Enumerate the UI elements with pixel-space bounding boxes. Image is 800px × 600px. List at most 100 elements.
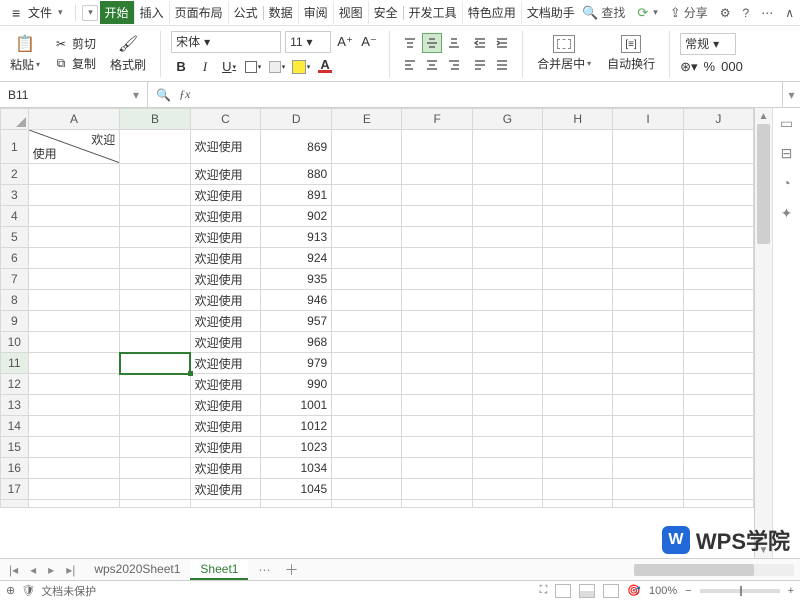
search-icon[interactable]: 🔍 bbox=[156, 88, 171, 102]
row-header-18[interactable] bbox=[1, 500, 29, 508]
cell-A10[interactable] bbox=[28, 332, 120, 353]
cell-E10[interactable] bbox=[332, 332, 402, 353]
first-sheet-button[interactable]: |◂ bbox=[6, 563, 21, 577]
cell-A11[interactable] bbox=[28, 353, 120, 374]
col-header-A[interactable]: A bbox=[28, 109, 120, 130]
cell-F14[interactable] bbox=[402, 416, 472, 437]
cell-F16[interactable] bbox=[402, 458, 472, 479]
cell-A4[interactable] bbox=[28, 206, 120, 227]
cell-J14[interactable] bbox=[683, 416, 753, 437]
cell-A8[interactable] bbox=[28, 290, 120, 311]
cell-D3[interactable]: 891 bbox=[261, 185, 332, 206]
cell-G4[interactable] bbox=[472, 206, 542, 227]
cell-J16[interactable] bbox=[683, 458, 753, 479]
row-header-10[interactable]: 10 bbox=[1, 332, 29, 353]
cell-I11[interactable] bbox=[613, 353, 683, 374]
ribbon-tab-8[interactable]: 开发工具 bbox=[404, 1, 462, 24]
doc-switcher[interactable]: ▾ bbox=[82, 5, 98, 21]
cell-F17[interactable] bbox=[402, 479, 472, 500]
cell-F13[interactable] bbox=[402, 395, 472, 416]
cell-I8[interactable] bbox=[613, 290, 683, 311]
align-bottom-button[interactable] bbox=[444, 33, 464, 53]
fill-color-button[interactable]: ▾ bbox=[291, 57, 311, 77]
row-header-9[interactable]: 9 bbox=[1, 311, 29, 332]
currency-button[interactable]: ⊛▾ bbox=[680, 59, 697, 75]
vertical-scrollbar[interactable] bbox=[754, 108, 772, 558]
cell-G12[interactable] bbox=[472, 374, 542, 395]
cell-D6[interactable]: 924 bbox=[261, 248, 332, 269]
cell-F6[interactable] bbox=[402, 248, 472, 269]
cell-I1[interactable] bbox=[613, 130, 683, 164]
add-sheet-button[interactable]: ＋ bbox=[280, 560, 302, 580]
cell-B12[interactable] bbox=[120, 374, 190, 395]
italic-button[interactable]: I bbox=[195, 57, 215, 77]
cell-H9[interactable] bbox=[543, 311, 613, 332]
col-header-J[interactable]: J bbox=[683, 109, 753, 130]
cell-H6[interactable] bbox=[543, 248, 613, 269]
zoom-slider-thumb[interactable] bbox=[740, 586, 742, 596]
cell-B7[interactable] bbox=[120, 269, 190, 290]
cell-I10[interactable] bbox=[613, 332, 683, 353]
cell-J7[interactable] bbox=[683, 269, 753, 290]
cell-C17[interactable]: 欢迎使用 bbox=[190, 479, 261, 500]
cell-J4[interactable] bbox=[683, 206, 753, 227]
cell-H7[interactable] bbox=[543, 269, 613, 290]
cell-F7[interactable] bbox=[402, 269, 472, 290]
cell-E6[interactable] bbox=[332, 248, 402, 269]
cell-J1[interactable] bbox=[683, 130, 753, 164]
fx-icon[interactable]: ƒx bbox=[179, 87, 190, 102]
zoom-value[interactable]: 100% bbox=[649, 585, 677, 597]
properties-icon[interactable]: ⊟ bbox=[778, 144, 796, 162]
cell-C5[interactable]: 欢迎使用 bbox=[190, 227, 261, 248]
cell-C14[interactable]: 欢迎使用 bbox=[190, 416, 261, 437]
number-format-combo[interactable]: 常规▾ bbox=[680, 33, 736, 55]
cell-G9[interactable] bbox=[472, 311, 542, 332]
ribbon-tab-4[interactable]: 数据 bbox=[264, 1, 298, 24]
cell-C9[interactable]: 欢迎使用 bbox=[190, 311, 261, 332]
align-middle-button[interactable] bbox=[422, 33, 442, 53]
cell-I5[interactable] bbox=[613, 227, 683, 248]
cell-A14[interactable] bbox=[28, 416, 120, 437]
cell-E14[interactable] bbox=[332, 416, 402, 437]
cell-J3[interactable] bbox=[683, 185, 753, 206]
cell-C15[interactable]: 欢迎使用 bbox=[190, 437, 261, 458]
ribbon-tab-3[interactable]: 公式 bbox=[228, 1, 263, 24]
cell-A17[interactable] bbox=[28, 479, 120, 500]
ribbon-tab-10[interactable]: 文档助手 bbox=[521, 1, 580, 24]
cell-C4[interactable]: 欢迎使用 bbox=[190, 206, 261, 227]
cell-B3[interactable] bbox=[120, 185, 190, 206]
cell-J5[interactable] bbox=[683, 227, 753, 248]
cell-C16[interactable]: 欢迎使用 bbox=[190, 458, 261, 479]
copy-button[interactable]: ⧉复制 bbox=[52, 54, 98, 73]
cell-D2[interactable]: 880 bbox=[261, 164, 332, 185]
zoom-out-button[interactable]: − bbox=[685, 585, 691, 597]
cell-H5[interactable] bbox=[543, 227, 613, 248]
cell-F15[interactable] bbox=[402, 437, 472, 458]
align-left-button[interactable] bbox=[400, 55, 420, 75]
row-header-12[interactable]: 12 bbox=[1, 374, 29, 395]
percent-button[interactable]: % bbox=[704, 59, 716, 75]
cell-E11[interactable] bbox=[332, 353, 402, 374]
justify-button[interactable] bbox=[492, 55, 512, 75]
reading-mode-icon[interactable]: 🎯 bbox=[627, 584, 641, 597]
cell-C8[interactable]: 欢迎使用 bbox=[190, 290, 261, 311]
cell-D11[interactable]: 979 bbox=[261, 353, 332, 374]
cell-D16[interactable]: 1034 bbox=[261, 458, 332, 479]
horizontal-scrollbar[interactable] bbox=[634, 564, 794, 576]
cell-H3[interactable] bbox=[543, 185, 613, 206]
sheet-tab-0[interactable]: wps2020Sheet1 bbox=[84, 560, 190, 580]
cell-E16[interactable] bbox=[332, 458, 402, 479]
cell-A1[interactable]: 欢迎使用 bbox=[28, 130, 120, 164]
row-header-15[interactable]: 15 bbox=[1, 437, 29, 458]
cell-G13[interactable] bbox=[472, 395, 542, 416]
col-header-H[interactable]: H bbox=[543, 109, 613, 130]
cell-I6[interactable] bbox=[613, 248, 683, 269]
cell-F2[interactable] bbox=[402, 164, 472, 185]
cell-D15[interactable]: 1023 bbox=[261, 437, 332, 458]
cell-A7[interactable] bbox=[28, 269, 120, 290]
zoom-in-button[interactable]: + bbox=[788, 585, 794, 597]
cell-H13[interactable] bbox=[543, 395, 613, 416]
col-header-I[interactable]: I bbox=[613, 109, 683, 130]
scroll-up-button[interactable] bbox=[755, 108, 772, 124]
align-center-button[interactable] bbox=[422, 55, 442, 75]
